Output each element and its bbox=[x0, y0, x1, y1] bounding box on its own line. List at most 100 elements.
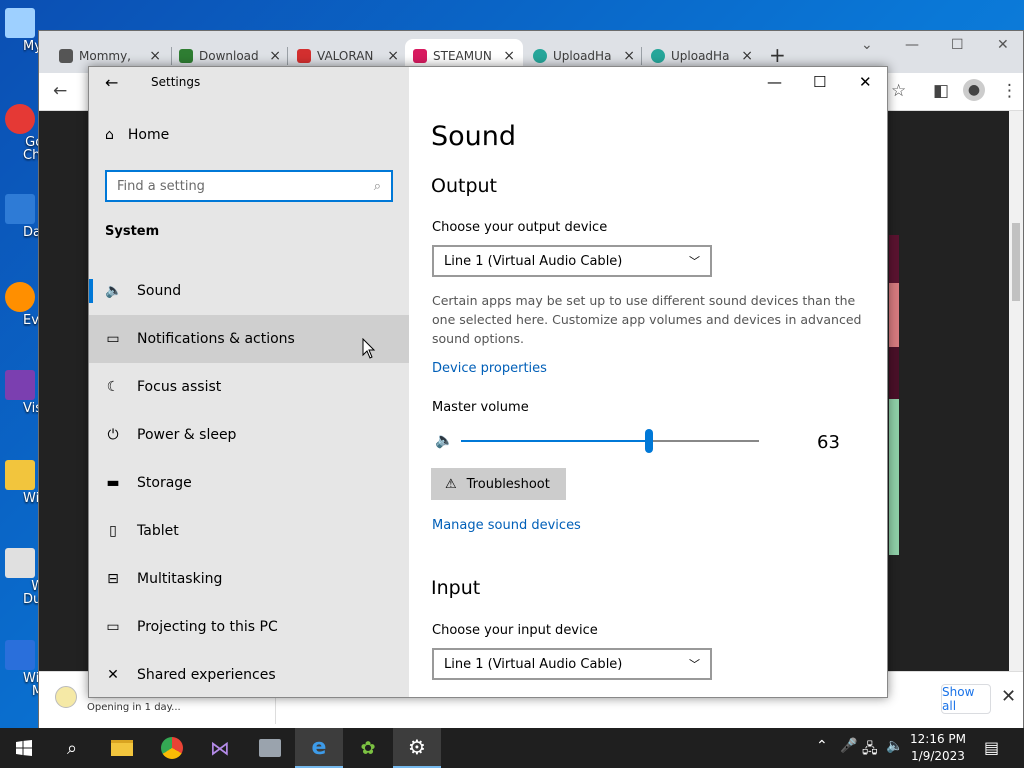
nav-item-power-sleep[interactable]: ⏻ Power & sleep bbox=[89, 411, 409, 459]
page-title: Sound bbox=[431, 121, 517, 152]
master-volume-slider[interactable] bbox=[461, 429, 759, 453]
slider-thumb[interactable] bbox=[644, 429, 653, 453]
close-tab-icon[interactable]: × bbox=[387, 48, 399, 64]
taskbar: ⌕ ⋈ e ✿ ⚙ ⌃ 🎤 🖧 🔈 12:16 PM 1/9/2023 ▤ bbox=[0, 728, 1024, 768]
taskbar-app[interactable] bbox=[246, 728, 294, 768]
nav-item-tablet[interactable]: ▯ Tablet bbox=[89, 507, 409, 555]
close-button[interactable]: ✕ bbox=[997, 37, 1009, 53]
taskbar-settings[interactable]: ⚙ bbox=[393, 728, 441, 768]
taskbar-internet-explorer[interactable]: e bbox=[295, 728, 343, 768]
nav-item-label: Shared experiences bbox=[137, 667, 276, 683]
close-tab-icon[interactable]: × bbox=[149, 48, 161, 64]
close-tab-icon[interactable]: × bbox=[741, 48, 753, 64]
volume-icon[interactable]: 🔈 bbox=[886, 738, 903, 754]
back-arrow-icon[interactable]: ← bbox=[53, 81, 67, 101]
page-strip bbox=[889, 235, 899, 283]
output-note: Certain apps may be set up to use differ… bbox=[432, 293, 862, 346]
desktop-icon-winzip[interactable]: WinZip Man bbox=[0, 640, 68, 698]
settings-nav-pane: ← Settings ⌂ Home Find a setting ⌕ Syste… bbox=[89, 67, 409, 697]
desktop-icon-win[interactable]: Win bbox=[0, 460, 47, 505]
search-button[interactable]: ⌕ bbox=[48, 728, 96, 768]
output-device-dropdown[interactable]: Line 1 (Virtual Audio Cable) ﹀ bbox=[432, 245, 712, 277]
winzip-icon bbox=[5, 640, 35, 670]
nav-item-shared-experiences[interactable]: ✕ Shared experiences bbox=[89, 651, 409, 697]
close-tab-icon[interactable]: × bbox=[503, 48, 515, 64]
microphone-icon[interactable]: 🎤 bbox=[840, 738, 857, 754]
nav-item-label: Projecting to this PC bbox=[137, 619, 278, 635]
search-icon: ⌕ bbox=[66, 737, 78, 759]
nav-item-focus-assist[interactable]: ☾ Focus assist bbox=[89, 363, 409, 411]
find-setting-input[interactable]: Find a setting ⌕ bbox=[105, 170, 393, 202]
tablet-icon: ▯ bbox=[109, 523, 117, 539]
start-button[interactable] bbox=[0, 728, 48, 768]
taskbar-file-explorer[interactable] bbox=[98, 728, 146, 768]
close-download-bar-icon[interactable]: ✕ bbox=[1001, 686, 1016, 707]
nav-item-multitasking[interactable]: ⊟ Multitasking bbox=[89, 555, 409, 603]
side-panel-icon[interactable]: ◧ bbox=[933, 81, 949, 101]
troubleshoot-button[interactable]: ⚠ Troubleshoot bbox=[431, 468, 566, 500]
desktop-icon-visual-studio[interactable]: Visual 20 bbox=[0, 370, 82, 415]
show-all-button[interactable]: Show all bbox=[941, 684, 991, 714]
desktop-icon-dataw[interactable]: DataW bbox=[0, 194, 67, 239]
multitasking-icon: ⊟ bbox=[107, 571, 119, 587]
page-strip bbox=[889, 283, 899, 347]
bookmark-star-icon[interactable]: ☆ bbox=[891, 81, 906, 101]
network-icon[interactable]: 🖧 bbox=[862, 738, 878, 762]
scrollbar-thumb[interactable] bbox=[1012, 223, 1020, 301]
back-arrow-icon[interactable]: ← bbox=[105, 73, 118, 92]
manage-sound-devices-link[interactable]: Manage sound devices bbox=[432, 518, 581, 533]
file-icon bbox=[55, 686, 77, 708]
vertical-scrollbar[interactable] bbox=[1009, 111, 1023, 671]
menu-dots-icon[interactable]: ⋮ bbox=[1001, 81, 1018, 101]
nav-home[interactable]: ⌂ Home bbox=[105, 127, 169, 143]
close-tab-icon[interactable]: × bbox=[623, 48, 635, 64]
minimize-button[interactable]: — bbox=[767, 73, 782, 91]
maximize-button[interactable]: ☐ bbox=[813, 73, 826, 91]
nav-home-label: Home bbox=[127, 127, 170, 143]
nav-item-notifications[interactable]: ▭ Notifications & actions bbox=[89, 315, 409, 363]
nav-item-label: Notifications & actions bbox=[137, 331, 295, 347]
desktop-icon-my-computer[interactable]: My Co bbox=[0, 8, 63, 53]
taskbar-visual-studio[interactable]: ⋈ bbox=[196, 728, 244, 768]
action-center-icon[interactable]: ▤ bbox=[984, 738, 999, 757]
moon-icon: ☾ bbox=[106, 379, 120, 395]
device-properties-link[interactable]: Device properties bbox=[432, 361, 547, 376]
speaker-icon[interactable]: 🔈 bbox=[435, 431, 454, 449]
tab-search-icon[interactable]: ⌄ bbox=[861, 37, 873, 53]
chevron-down-icon: ﹀ bbox=[689, 658, 700, 671]
maximize-button[interactable]: ☐ bbox=[951, 37, 964, 53]
shared-icon: ✕ bbox=[107, 667, 119, 683]
folder-icon bbox=[5, 460, 35, 490]
window-title: Settings bbox=[151, 75, 201, 89]
nav-item-label: Sound bbox=[137, 283, 182, 299]
visual-studio-icon: ⋈ bbox=[210, 736, 230, 760]
storage-icon: ▬ bbox=[106, 475, 120, 491]
nav-item-projecting[interactable]: ▭ Projecting to this PC bbox=[89, 603, 409, 651]
new-tab-button[interactable]: + bbox=[769, 43, 786, 67]
desktop-icon-everything[interactable]: Every bbox=[0, 282, 60, 327]
desktop-icon-win-duplicate[interactable]: Win Duplic bbox=[0, 548, 64, 606]
close-button[interactable]: ✕ bbox=[859, 73, 872, 91]
master-volume-label: Master volume bbox=[432, 400, 529, 415]
search-placeholder: Find a setting bbox=[117, 178, 205, 194]
troubleshoot-label: Troubleshoot bbox=[466, 476, 550, 492]
close-tab-icon[interactable]: × bbox=[269, 48, 281, 64]
input-device-value: Line 1 (Virtual Audio Cable) bbox=[444, 656, 623, 672]
profile-icon[interactable]: ● bbox=[963, 79, 985, 101]
app-icon bbox=[259, 739, 281, 757]
output-device-value: Line 1 (Virtual Audio Cable) bbox=[444, 253, 623, 269]
input-device-dropdown[interactable]: Line 1 (Virtual Audio Cable) ﹀ bbox=[432, 648, 712, 680]
nav-item-label: Tablet bbox=[137, 523, 179, 539]
nav-item-storage[interactable]: ▬ Storage bbox=[89, 459, 409, 507]
nav-item-sound[interactable]: 🔈 Sound bbox=[89, 267, 409, 315]
favicon-icon bbox=[297, 49, 311, 63]
minimize-button[interactable]: — bbox=[905, 37, 919, 53]
clock-date: 1/9/2023 bbox=[911, 749, 965, 763]
desktop-icon-google-chrome[interactable]: Goo Chro bbox=[0, 104, 53, 162]
taskbar-app[interactable]: ✿ bbox=[344, 728, 392, 768]
taskbar-clock[interactable]: 12:16 PM 1/9/2023 bbox=[906, 731, 970, 765]
taskbar-chrome[interactable] bbox=[148, 728, 196, 768]
nav-item-label: Focus assist bbox=[137, 379, 222, 395]
home-icon: ⌂ bbox=[105, 127, 114, 143]
chevron-up-icon[interactable]: ⌃ bbox=[816, 738, 828, 754]
